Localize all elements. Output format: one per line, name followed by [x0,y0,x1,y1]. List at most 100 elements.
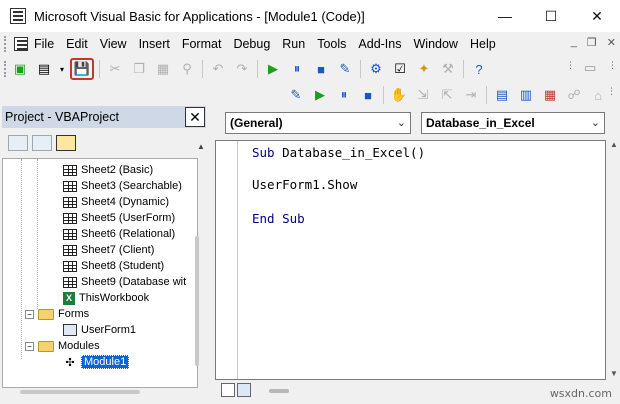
toolbar-options-chevron-icon[interactable]: ⋮ [566,60,575,71]
toggle-folders-icon[interactable] [56,135,76,151]
worksheet-icon [63,212,77,224]
code-line[interactable]: End Sub [252,211,305,226]
tree-item-thisworkbook[interactable]: X ThisWorkbook [63,290,149,306]
insert-userform-icon[interactable]: ▤ [34,59,54,79]
object-dropdown[interactable]: (General) ⌄ [225,112,411,134]
undo-icon[interactable]: ↶ [208,59,228,79]
menu-debug[interactable]: Debug [227,37,276,51]
tree-scroll-up-icon[interactable]: ▲ [197,142,205,151]
menu-format[interactable]: Format [176,37,228,51]
tree-folder-forms[interactable]: − Forms [25,306,89,322]
view-code-icon[interactable] [8,135,28,151]
run-icon[interactable]: ▶ [310,85,330,105]
tree-item-sheet4[interactable]: Sheet4 (Dynamic) [63,194,169,210]
menu-view[interactable]: View [94,37,133,51]
procedure-dropdown[interactable]: Database_in_Excel ⌄ [421,112,605,134]
help-icon[interactable]: ? [469,59,489,79]
quick-watch-icon[interactable]: ☍ [564,85,584,105]
tree-item-sheet2[interactable]: Sheet2 (Basic) [63,162,153,178]
procedure-view-button[interactable] [221,383,235,397]
tree-folder-modules[interactable]: − Modules [25,338,100,354]
save-icon[interactable]: 💾 [70,58,94,80]
close-button[interactable]: ✕ [574,0,620,32]
paste-icon[interactable]: ▦ [153,59,173,79]
toggle-breakpoint-icon[interactable]: ✋ [389,85,409,105]
cut-icon[interactable]: ✂ [105,59,125,79]
step-over-icon[interactable]: ⇱ [437,85,457,105]
tree-item-sheet6[interactable]: Sheet6 (Relational) [63,226,175,242]
scroll-up-icon[interactable]: ▲ [610,140,618,149]
copy-icon[interactable]: ❐ [129,59,149,79]
tree-item-sheet3[interactable]: Sheet3 (Searchable) [63,178,182,194]
tree-item-module1[interactable]: ✣ Module1 [63,354,130,370]
minimize-button[interactable]: — [482,0,528,32]
immediate-window-icon[interactable]: ▥ [516,85,536,105]
tree-horizontal-scrollbar[interactable] [20,390,140,394]
menu-add-ins[interactable]: Add-Ins [352,37,407,51]
module-window-icon[interactable] [14,37,28,51]
redo-icon[interactable]: ↷ [232,59,252,79]
watch-window-icon[interactable]: ▦ [540,85,560,105]
tree-item-sheet7[interactable]: Sheet7 (Client) [63,242,154,258]
tree-guide-line [21,159,22,359]
mdi-restore-button[interactable]: ❐ [587,36,597,49]
menu-file[interactable]: File [28,37,60,51]
toolbar-options-chevron-icon[interactable]: ⋮ [608,60,617,71]
menu-window[interactable]: Window [408,37,464,51]
code-margin-indicator-bar[interactable] [216,141,238,379]
code-horizontal-scrollbar[interactable] [269,389,289,393]
toolbar-options-chevron-icon[interactable]: ⋮ [607,86,616,97]
toolbar-grip[interactable] [4,61,8,77]
tree-item-sheet5[interactable]: Sheet5 (UserForm) [63,210,175,226]
maximize-button[interactable]: ☐ [528,0,574,32]
run-icon[interactable]: ▶ [263,59,283,79]
view-excel-icon[interactable]: ▣ [10,59,30,79]
step-into-icon[interactable]: ⇲ [413,85,433,105]
break-icon[interactable]: ⏸ [287,59,307,79]
locals-window-icon[interactable]: ▤ [492,85,512,105]
code-line[interactable]: Sub Database_in_Excel() [252,145,425,160]
view-object-icon[interactable] [32,135,52,151]
full-module-view-button[interactable] [237,383,251,397]
worksheet-icon [63,244,77,256]
immediate-window-icon[interactable]: ▭ [584,60,596,76]
code-editor[interactable]: Sub Database_in_Excel() UserForm1.Show E… [215,140,606,380]
tree-item-sheet9[interactable]: Sheet9 (Database wit [63,274,186,290]
break-icon[interactable]: ⏸ [334,85,354,105]
design-mode-icon[interactable]: ✎ [335,59,355,79]
reset-icon[interactable]: ■ [358,85,378,105]
step-out-icon[interactable]: ⇥ [461,85,481,105]
call-stack-icon[interactable]: ⌂ [588,85,608,105]
tree-item-userform1[interactable]: UserForm1 [63,322,136,338]
mdi-minimize-button[interactable]: _ [571,36,577,49]
object-browser-icon[interactable]: ✦ [414,59,434,79]
toolbar-separator [99,60,100,78]
toolbox-icon[interactable]: ⚒ [438,59,458,79]
tree-vertical-scrollbar[interactable] [195,236,199,366]
menu-tools[interactable]: Tools [311,37,352,51]
menu-edit[interactable]: Edit [60,37,94,51]
insert-dropdown-icon[interactable]: ▾ [58,59,66,79]
worksheet-icon [63,180,77,192]
reset-icon[interactable]: ■ [311,59,331,79]
menu-insert[interactable]: Insert [133,37,176,51]
menu-help[interactable]: Help [464,37,502,51]
toolbar-separator [202,60,203,78]
project-close-button[interactable]: ✕ [185,107,205,127]
menu-run[interactable]: Run [276,37,311,51]
project-explorer-title: Project - VBAProject [5,110,119,124]
menubar-grip[interactable] [4,36,8,52]
scroll-down-icon[interactable]: ▼ [610,369,618,378]
collapse-icon[interactable]: − [25,341,34,351]
mdi-close-button[interactable]: ✕ [607,36,616,49]
find-icon[interactable]: ⚲ [177,59,197,79]
code-line[interactable]: UserForm1.Show [252,177,357,192]
watermark-text: wsxdn.com [549,387,612,400]
collapse-icon[interactable]: − [25,309,34,319]
design-mode-icon[interactable]: ✎ [286,85,306,105]
tree-item-sheet8[interactable]: Sheet8 (Student) [63,258,164,274]
project-explorer-icon[interactable]: ⚙ [366,59,386,79]
chevron-down-icon: ⌄ [590,117,600,129]
properties-icon[interactable]: ☑ [390,59,410,79]
code-vertical-scrollbar[interactable]: ▲ ▼ [606,140,620,380]
